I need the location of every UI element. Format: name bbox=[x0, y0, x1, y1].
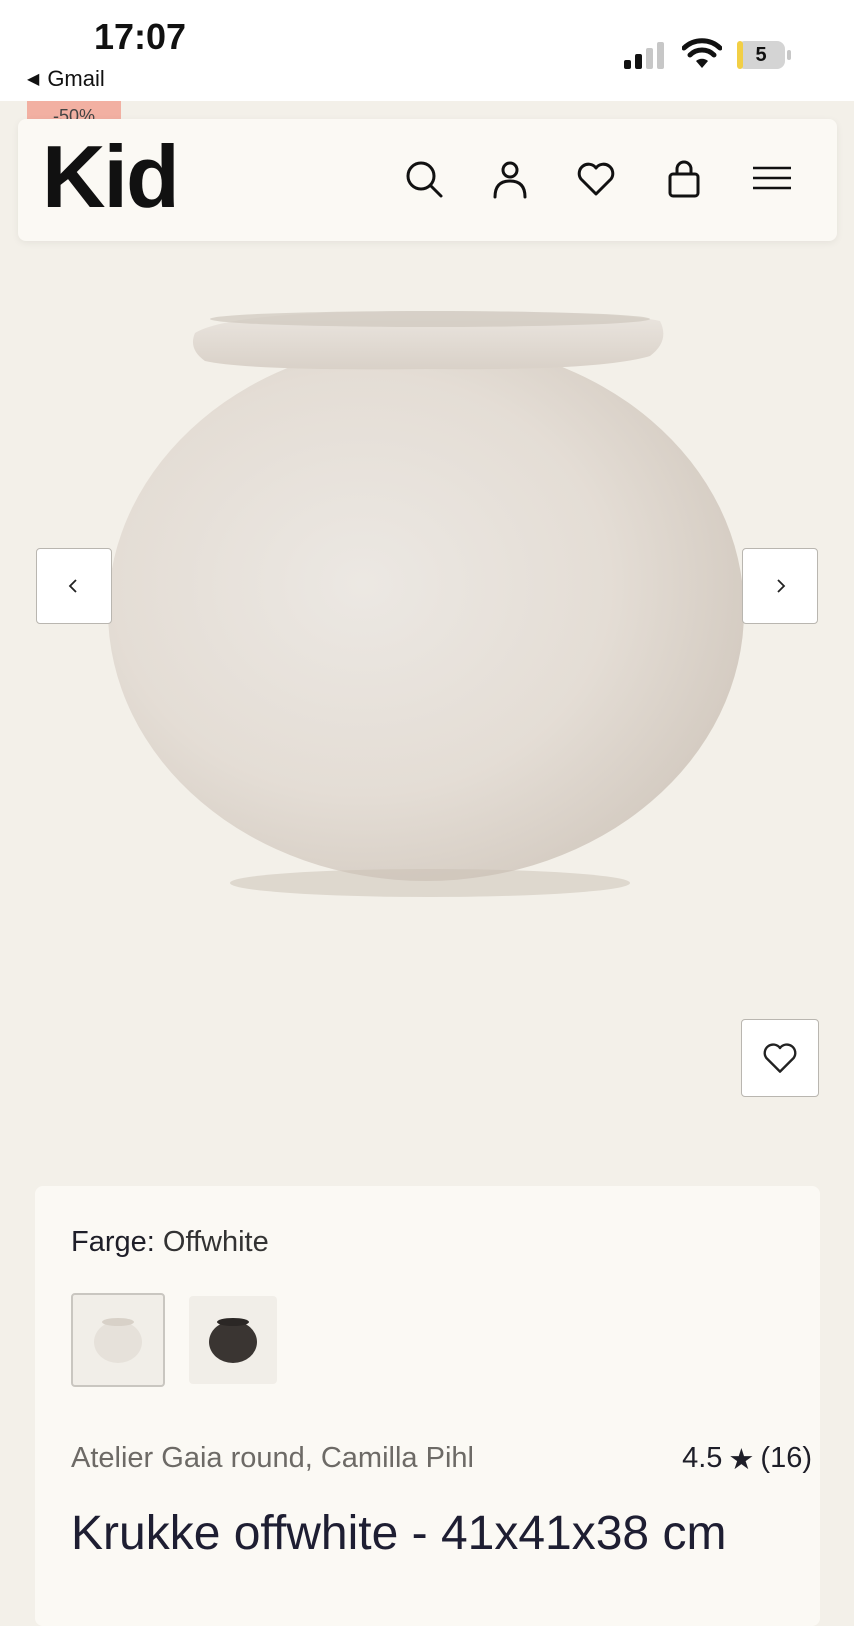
wishlist-button[interactable] bbox=[574, 157, 618, 201]
wifi-icon bbox=[682, 38, 722, 68]
product-image-gallery bbox=[0, 241, 854, 1171]
product-brand[interactable]: Atelier Gaia round, Camilla Pihl bbox=[71, 1442, 474, 1475]
cellular-signal-icon bbox=[624, 42, 664, 69]
battery-level: 5 bbox=[755, 43, 767, 66]
product-rating[interactable]: 4.5 ★ (16) bbox=[682, 1442, 812, 1477]
heart-icon bbox=[763, 1043, 797, 1073]
product-image-pot bbox=[108, 311, 744, 897]
back-triangle-icon: ◀ bbox=[27, 71, 40, 88]
gallery-prev-button[interactable] bbox=[36, 548, 112, 624]
color-value: Offwhite bbox=[162, 1226, 269, 1258]
account-icon bbox=[493, 161, 527, 199]
variant-swatch-offwhite[interactable] bbox=[71, 1293, 165, 1387]
chevron-right-icon bbox=[777, 579, 786, 593]
pot-thumbnail bbox=[94, 1318, 142, 1363]
product-info-card: Farge: Offwhite Atelier Gaia round, Cami… bbox=[35, 1186, 820, 1626]
product-title: Krukke offwhite - 41x41x38 cm bbox=[71, 1507, 727, 1560]
heart-icon bbox=[577, 162, 615, 196]
menu-button[interactable] bbox=[750, 157, 794, 201]
cart-button[interactable] bbox=[662, 157, 706, 201]
hamburger-menu-icon bbox=[753, 166, 791, 190]
chevron-left-icon bbox=[68, 579, 77, 593]
back-app-label: Gmail bbox=[47, 66, 105, 91]
site-logo[interactable]: Kid bbox=[42, 133, 180, 221]
site-header: Kid bbox=[18, 119, 837, 241]
rating-value: 4.5 bbox=[682, 1442, 723, 1474]
color-selection-line: Farge: Offwhite bbox=[71, 1226, 269, 1259]
account-button[interactable] bbox=[488, 157, 532, 201]
gallery-next-button[interactable] bbox=[742, 548, 818, 624]
shopping-bag-icon bbox=[668, 160, 700, 198]
add-to-wishlist-button[interactable] bbox=[741, 1019, 819, 1097]
search-icon bbox=[406, 161, 443, 198]
back-to-app-link[interactable]: ◀ Gmail bbox=[27, 66, 105, 92]
search-button[interactable] bbox=[402, 157, 446, 201]
status-time: 17:07 bbox=[94, 16, 187, 57]
color-label: Farge: bbox=[71, 1226, 155, 1258]
battery-indicator: 5 bbox=[736, 40, 792, 70]
rating-count: (16) bbox=[760, 1442, 812, 1474]
star-icon: ★ bbox=[728, 1444, 755, 1476]
status-bar: 17:07 ◀ Gmail 5 bbox=[0, 0, 854, 101]
variant-swatch-dark[interactable] bbox=[189, 1296, 277, 1384]
pot-thumbnail bbox=[209, 1318, 257, 1363]
